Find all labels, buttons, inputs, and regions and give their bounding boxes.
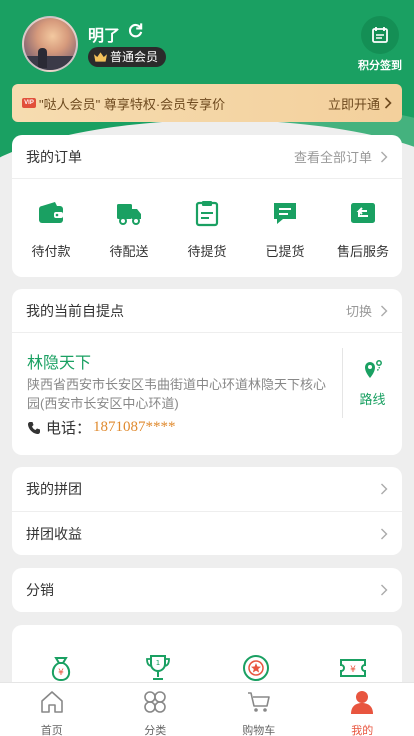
- chevron-right-icon: [381, 483, 388, 495]
- return-icon: [351, 203, 375, 223]
- trophy-icon[interactable]: 1: [143, 653, 173, 683]
- chevron-right-icon: [381, 528, 388, 539]
- ticket-icon[interactable]: ¥: [338, 653, 368, 683]
- avatar-ground: [24, 56, 76, 70]
- vip-icon: VIP: [22, 98, 36, 108]
- order-pending-delivery[interactable]: 待配送: [94, 199, 164, 260]
- vip-banner[interactable]: VIP "哒人会员" 尊享特权·会员专享价 立即开通: [12, 84, 402, 122]
- order-status-label: 待提货: [187, 244, 227, 259]
- order-picked-up[interactable]: 已提货: [250, 199, 320, 260]
- pickup-title: 我的当前自提点: [26, 302, 124, 319]
- tab-home[interactable]: 首页: [0, 683, 104, 736]
- star-badge-icon[interactable]: [241, 653, 271, 683]
- phone-icon: [28, 421, 40, 434]
- category-icon: [144, 691, 167, 713]
- group-income-row[interactable]: 拼团收益: [12, 511, 402, 555]
- member-level-text: 普通会员: [110, 50, 159, 64]
- pickup-point-card: 我的当前自提点 切换 林隐天下 陕西省西安市长安区韦曲街道中心环道林隐天下核心园…: [12, 289, 402, 455]
- message-check-icon: [274, 203, 296, 224]
- avatar[interactable]: [22, 16, 78, 72]
- order-after-sales[interactable]: 售后服务: [328, 199, 398, 260]
- phone-label: 电话：: [46, 420, 92, 437]
- group-buy-card: 我的拼团 拼团收益: [12, 467, 402, 555]
- checkin-circle: [361, 16, 399, 54]
- tab-label: 我的: [351, 725, 374, 736]
- chevron-right-icon: [381, 584, 388, 596]
- vip-open-link[interactable]: 立即开通: [328, 94, 380, 113]
- order-status-label: 售后服务: [336, 244, 389, 259]
- distribution-card: 分销: [12, 568, 402, 612]
- tab-cart[interactable]: 购物车: [207, 683, 311, 736]
- group-income-label: 拼团收益: [26, 525, 82, 542]
- switch-pickup-link[interactable]: 切换: [346, 301, 372, 320]
- tab-mine[interactable]: 我的: [311, 683, 414, 736]
- money-bag-icon[interactable]: ¥: [46, 653, 76, 683]
- order-status-label: 待配送: [109, 244, 149, 259]
- tool-icons: ¥ 1 ¥: [12, 625, 402, 683]
- my-group-row[interactable]: 我的拼团: [12, 467, 402, 511]
- checkin-button[interactable]: 积分签到: [350, 16, 410, 73]
- view-all-orders-link[interactable]: 查看全部订单: [294, 147, 372, 166]
- bottom-tab-bar: 首页 分类 购物车 我的: [0, 682, 414, 736]
- refresh-icon[interactable]: [127, 22, 144, 39]
- order-pending-payment[interactable]: 待付款: [16, 199, 86, 260]
- distribution-label: 分销: [26, 582, 54, 598]
- checkin-label: 积分签到: [358, 60, 402, 72]
- order-status-label: 已提货: [265, 244, 305, 259]
- my-group-label: 我的拼团: [26, 481, 82, 497]
- pickup-body: 林隐天下 陕西省西安市长安区韦曲街道中心环道林隐天下核心园(西安市长安区中心环道…: [12, 333, 402, 455]
- svg-text:¥: ¥: [58, 668, 64, 678]
- route-label: 路线: [359, 392, 386, 407]
- wallet-icon: [39, 202, 63, 223]
- svg-text:1: 1: [156, 659, 160, 667]
- avatar-figure: [38, 48, 47, 68]
- tab-category[interactable]: 分类: [104, 683, 208, 736]
- member-level-badge: 普通会员: [88, 47, 167, 67]
- username: 明了: [88, 28, 121, 45]
- pickup-name: 林隐天下: [27, 355, 92, 372]
- order-status-label: 待付款: [31, 244, 71, 259]
- route-button[interactable]: 路线: [342, 348, 402, 418]
- clipboard-icon: [195, 201, 219, 227]
- order-pending-pickup[interactable]: 待提货: [172, 199, 242, 260]
- chevron-right-icon: [384, 97, 392, 109]
- tab-label: 购物车: [242, 725, 276, 736]
- location-pin-icon: [364, 360, 382, 378]
- orders-card: 我的订单 查看全部订单 待付款 待配送 待提货 已提货 售后服务: [12, 135, 402, 277]
- chevron-right-icon: [381, 305, 388, 316]
- truck-icon: [117, 204, 141, 225]
- tab-label: 分类: [144, 725, 167, 736]
- orders-title: 我的订单: [26, 148, 82, 165]
- tab-label: 首页: [40, 725, 63, 736]
- phone-number: 1871087****: [93, 419, 176, 435]
- orders-header: 我的订单 查看全部订单: [12, 135, 402, 179]
- crown-icon: [94, 52, 107, 62]
- vip-banner-text: "哒人会员" 尊享特权·会员专享价: [39, 96, 226, 112]
- order-status-list: 待付款 待配送 待提货 已提货 售后服务: [12, 179, 402, 260]
- calendar-icon: [372, 27, 388, 43]
- home-icon: [40, 691, 63, 713]
- chevron-right-icon: [381, 151, 388, 162]
- pickup-address: 陕西省西安市长安区韦曲街道中心环道林隐天下核心园(西安市长安区中心环道): [27, 377, 327, 411]
- distribution-row[interactable]: 分销: [12, 568, 402, 612]
- user-icon: [351, 691, 374, 714]
- svg-text:¥: ¥: [350, 665, 356, 675]
- cart-icon: [247, 692, 270, 712]
- pickup-header: 我的当前自提点 切换: [12, 289, 402, 333]
- pickup-phone[interactable]: 电话： 1871087****: [27, 417, 176, 438]
